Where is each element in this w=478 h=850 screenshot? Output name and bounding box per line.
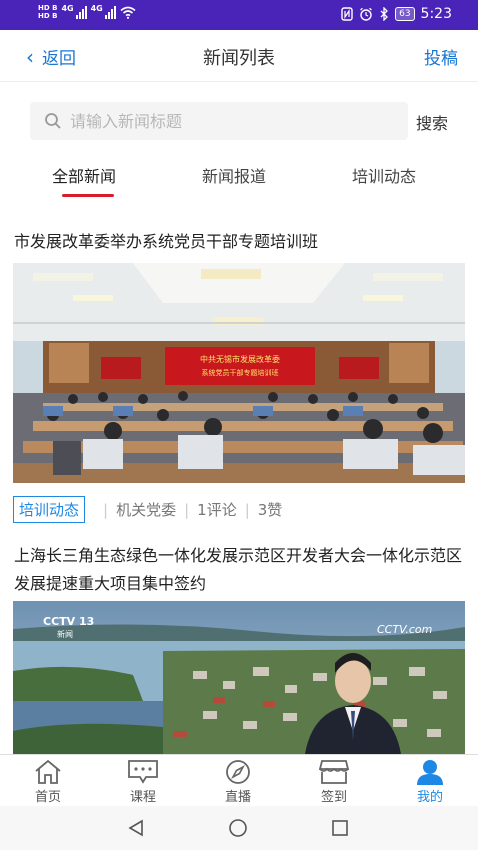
nav-item-courses[interactable]: 课程 [111,759,175,805]
nav-label-mine: 我的 [416,790,443,805]
article-meta: 培训动态 | 机关党委 | 1评论 | 3赞 [13,496,282,523]
meta-divider: | [103,500,109,519]
active-tab-indicator [62,194,114,197]
bluetooth-icon [380,7,389,21]
battery-icon: 63 [395,7,415,21]
article-image[interactable]: 中共无锡市发展改革委 系统党员干部专题培训班 [13,263,465,483]
cctv-watermark: CCTV.com [377,623,432,636]
nav-item-mine[interactable]: 我的 [398,759,462,805]
sim2-label: HD B [38,12,58,20]
nav-label-checkin: 签到 [320,790,347,805]
signal-icon-2 [104,5,116,19]
status-right: 63 5:23 [341,6,452,22]
net2-label: 4G [90,4,103,13]
search-button[interactable]: 搜索 [416,110,448,134]
status-bar: HD B HD B 4G 4G 63 5:23 [0,0,478,30]
system-nav-bar [0,806,478,850]
comment-count: 1评论 [197,501,237,519]
home-circle-icon[interactable] [228,818,248,838]
search-icon [45,113,61,129]
net1-label: 4G [61,4,74,13]
meeting-photo: 中共无锡市发展改革委 系统党员干部专题培训班 [13,263,465,483]
wifi-icon [120,6,136,19]
nfc-icon [341,7,353,21]
signal-icon [75,5,87,19]
meta-divider: | [184,500,190,519]
sim-indicators: HD B HD B [38,4,57,20]
category-tag[interactable]: 培训动态 [13,496,86,523]
tab-all-news[interactable]: 全部新闻 [52,163,116,187]
user-icon [417,760,443,785]
search-box [30,102,408,140]
page-title: 新闻列表 [203,48,275,69]
meta-divider: | [244,500,250,519]
nav-item-checkin[interactable]: 签到 [302,759,366,805]
status-left: HD B HD B 4G 4G [38,4,136,20]
back-triangle-icon[interactable] [126,818,146,838]
tab-news-reports[interactable]: 新闻报道 [202,163,266,187]
news-feed[interactable]: 市发展改革委举办系统党员干部专题培训班 中共无锡市发展改革委 系统党员干部专题培… [0,216,478,754]
status-time: 5:23 [420,6,452,22]
news-broadcast-photo: CCTV 13 新闻 CCTV.com [13,601,465,754]
home-icon [35,759,61,784]
nav-label-live: 直播 [224,790,251,805]
stage-banner-text: 中共无锡市发展改革委 [200,354,280,364]
bottom-nav: 首页 课程 直播 签到 我的 [0,754,478,806]
chat-icon [128,760,158,784]
sim1-label: HD B [38,4,58,12]
article-title[interactable]: 上海长三角生态绿色一体化发展示范区开发者大会一体化示范区发展提速重大项目集中签约 [14,542,466,598]
search-input[interactable] [70,111,390,131]
submit-article-button[interactable]: 投稿 [424,44,458,69]
department-label: 机关党委 [116,501,177,519]
recents-square-icon[interactable] [330,818,350,838]
cctv-logo: CCTV 13 [43,615,94,628]
category-tabs: 全部新闻 新闻报道 培训动态 [0,155,478,203]
nav-label-home: 首页 [34,790,61,805]
nav-item-live[interactable]: 直播 [206,759,270,805]
nav-bar: ‹ 返回 新闻列表 投稿 [0,30,478,82]
nav-label-courses: 课程 [129,790,156,805]
like-count: 3赞 [257,501,283,519]
article-image[interactable]: CCTV 13 新闻 CCTV.com [13,601,465,754]
cctv-logo-sub: 新闻 [57,629,73,639]
compass-icon [226,760,250,784]
tab-training-updates[interactable]: 培训动态 [352,163,416,187]
store-icon [318,760,350,784]
nav-item-home[interactable]: 首页 [16,759,80,805]
stage-banner-subtext: 系统党员干部专题培训班 [202,368,279,377]
article-title[interactable]: 市发展改革委举办系统党员干部专题培训班 [14,228,466,256]
alarm-icon [360,7,372,21]
